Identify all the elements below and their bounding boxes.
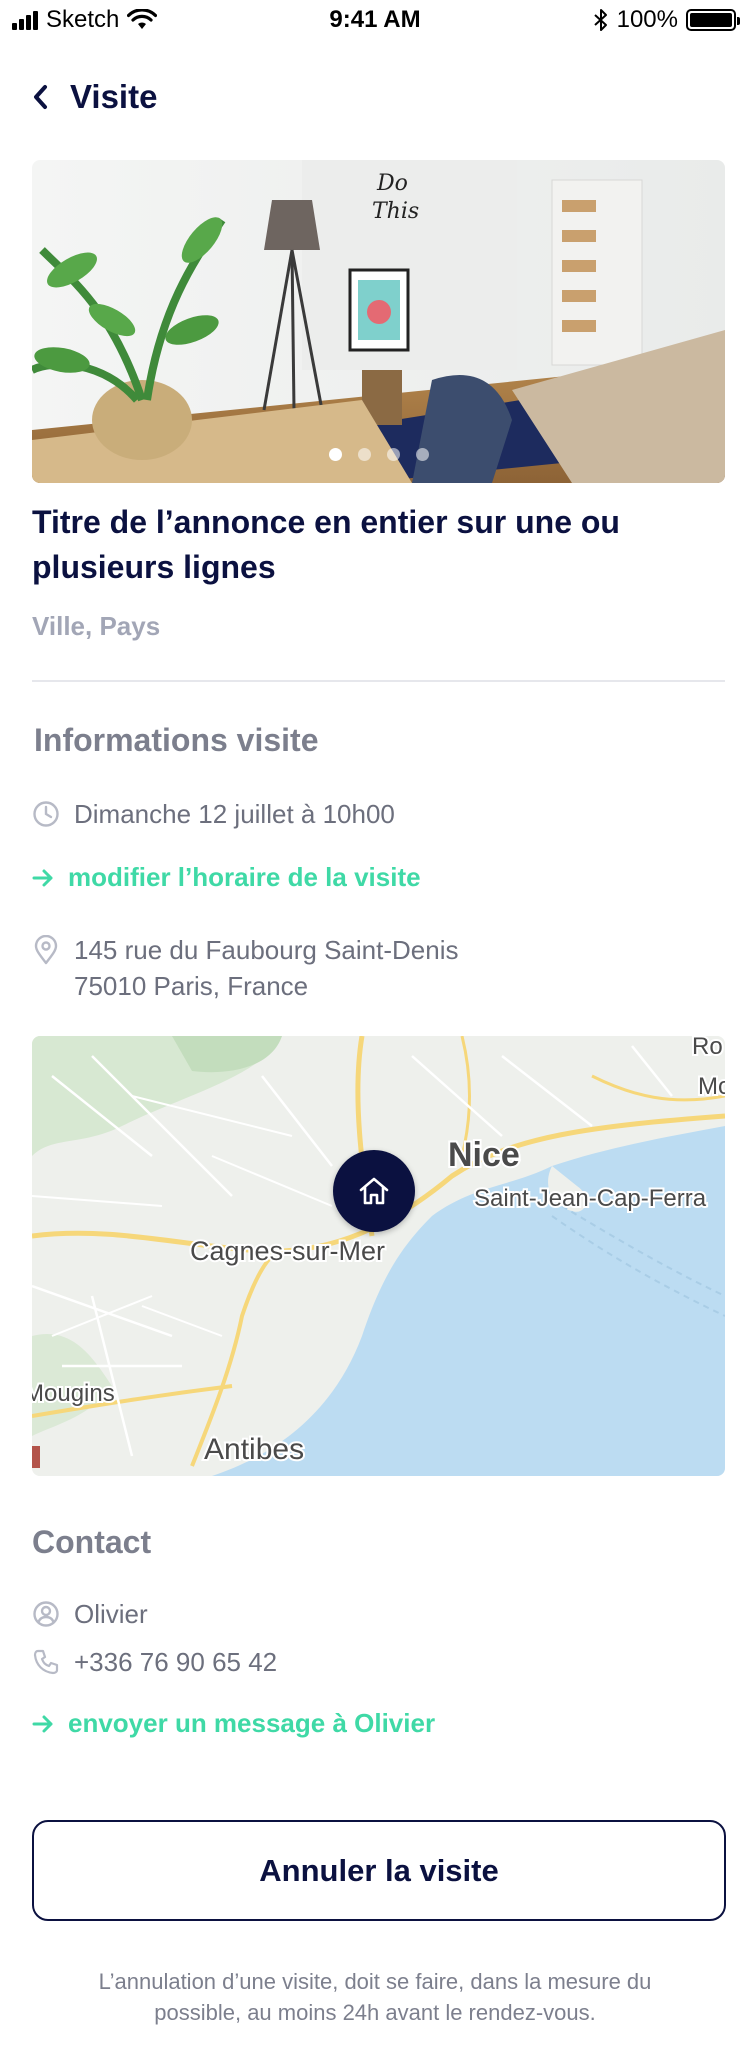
- svg-text:Do: Do: [376, 171, 408, 196]
- carousel-dots[interactable]: [32, 448, 725, 461]
- location-pin-icon: [32, 932, 60, 968]
- home-pin[interactable]: [333, 1150, 415, 1232]
- listing-photo: Do This: [32, 160, 725, 483]
- arrow-right-icon: [32, 1715, 53, 1732]
- battery-percent: 100%: [616, 6, 678, 33]
- carousel-dot[interactable]: [415, 448, 429, 461]
- contact-phone[interactable]: +336 76 90 65 42: [74, 1644, 277, 1680]
- battery-fill: [690, 13, 732, 27]
- chevron-left-icon: [34, 85, 47, 109]
- send-message-link[interactable]: envoyer un message à Olivier: [32, 1708, 435, 1739]
- map-tiles: [32, 1036, 725, 1476]
- visit-address: 145 rue du Faubourg Saint-Denis 75010 Pa…: [74, 932, 458, 1004]
- phone-icon: [32, 1644, 60, 1680]
- cancel-visit-button[interactable]: Annuler la visite: [32, 1820, 726, 1921]
- visit-datetime: Dimanche 12 juillet à 10h00: [74, 799, 395, 829]
- svg-text:This: This: [372, 199, 419, 224]
- battery-icon: [686, 9, 740, 31]
- contact-phone-row[interactable]: +336 76 90 65 42: [32, 1644, 277, 1680]
- divider: [32, 680, 725, 682]
- carousel-dot[interactable]: [328, 448, 342, 461]
- clock-icon: [32, 796, 60, 832]
- contact-name: Olivier: [74, 1599, 148, 1629]
- user-circle-icon: [32, 1596, 60, 1632]
- listing-location: Ville, Pays: [32, 611, 161, 641]
- visit-info-title: Informations visite: [34, 722, 319, 758]
- address-line-1: 145 rue du Faubourg Saint-Denis: [74, 935, 459, 965]
- visit-address-row: 145 rue du Faubourg Saint-Denis 75010 Pa…: [32, 932, 458, 1004]
- home-icon: [359, 1177, 389, 1205]
- carousel-dot[interactable]: [386, 448, 400, 461]
- contact-title: Contact: [32, 1524, 152, 1560]
- back-button[interactable]: Visite: [32, 78, 157, 116]
- page-title: Visite: [70, 78, 158, 115]
- status-right: 100%: [593, 6, 740, 34]
- modify-visit-time-link[interactable]: modifier l’horaire de la visite: [32, 862, 421, 893]
- carousel-dot[interactable]: [357, 448, 371, 461]
- listing-title: Titre de l’annonce en entier sur une ou …: [32, 504, 620, 585]
- contact-name-row: Olivier: [32, 1596, 148, 1632]
- bluetooth-icon: [593, 9, 607, 31]
- listing-photo-carousel[interactable]: Do This: [32, 160, 725, 483]
- cancel-note: L’annulation d’une visite, doit se faire…: [98, 1969, 652, 2025]
- modify-visit-time-label: modifier l’horaire de la visite: [68, 862, 421, 892]
- send-message-label: envoyer un message à Olivier: [68, 1708, 436, 1738]
- address-line-2: 75010 Paris, France: [74, 971, 309, 1001]
- visit-datetime-row: Dimanche 12 juillet à 10h00: [32, 796, 395, 832]
- visit-map[interactable]: Nice Saint-Jean-Cap-Ferra Cagnes-sur-Mer…: [32, 1036, 725, 1476]
- arrow-right-icon: [32, 869, 53, 886]
- status-bar: Sketch 9:41 AM 100%: [0, 0, 750, 40]
